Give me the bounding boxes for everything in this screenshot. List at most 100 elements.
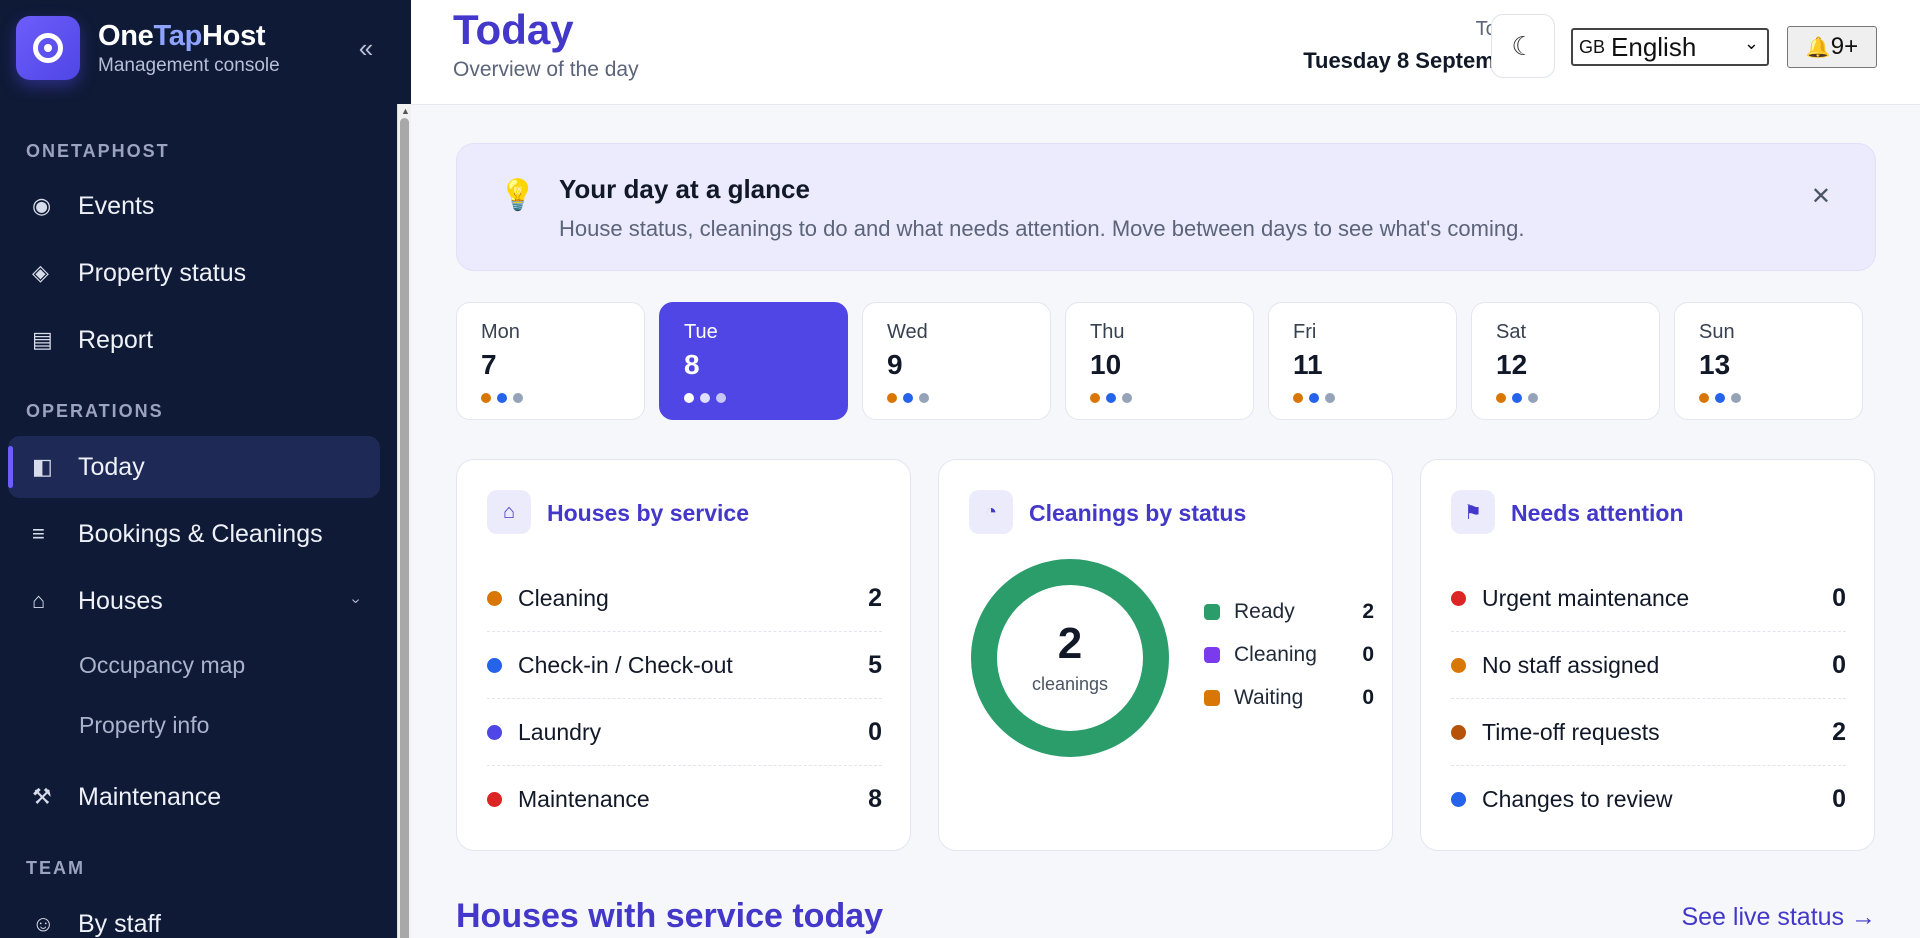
see-live-status-link[interactable]: See live status → — [1681, 903, 1876, 932]
pie-chart-icon: ◔ — [969, 490, 1013, 534]
indicator-dot — [513, 393, 523, 403]
sidebar-item-label: Maintenance — [78, 782, 222, 811]
banner-title: Your day at a glance — [559, 174, 810, 204]
day-indicators — [887, 393, 929, 403]
sidebar-item-label: By staff — [78, 909, 161, 938]
section-label-team: TEAM — [26, 858, 85, 878]
day-name: Sun — [1699, 321, 1735, 343]
brand-name: OneTapHost — [98, 19, 266, 52]
status-dot — [487, 590, 502, 606]
list-item[interactable]: Cleaning 2 — [487, 565, 882, 632]
banner-text: House status, cleanings to do and what n… — [559, 216, 1525, 241]
day-name: Wed — [887, 321, 928, 343]
day-indicators — [1293, 393, 1335, 403]
sidebar-scrollbar[interactable]: ▲ — [397, 104, 411, 938]
chevron-down-icon: ⌄ — [1743, 33, 1759, 53]
day-name: Tue — [684, 321, 718, 343]
indicator-dot — [684, 393, 694, 403]
collapse-sidebar-icon[interactable]: « — [350, 32, 382, 64]
notifications-button[interactable]: 🔔 9+ — [1787, 26, 1877, 68]
list-item[interactable]: Check-in / Check-out 5 — [487, 632, 882, 699]
brand[interactable]: OneTapHost Management console — [16, 16, 280, 80]
day-name: Fri — [1293, 321, 1317, 343]
list-item[interactable]: Laundry 0 — [487, 699, 882, 766]
sidebar-item-label: Houses — [78, 586, 163, 615]
day-thu[interactable]: Thu 10 — [1065, 302, 1254, 420]
day-date: 8 — [684, 349, 700, 380]
day-date: 9 — [887, 349, 903, 380]
theme-toggle-button[interactable]: ☾ — [1491, 14, 1555, 78]
sidebar-item-houses[interactable]: ⌂ Houses › — [8, 570, 380, 632]
day-mon[interactable]: Mon 7 — [456, 302, 645, 420]
today-icon: ◧ — [32, 454, 53, 479]
lightbulb-icon: 💡 — [499, 179, 537, 212]
sidebar: OneTapHost Management console « ONETAPHO… — [0, 0, 411, 938]
property-status-icon: ◈ — [32, 260, 49, 285]
indicator-dot — [481, 393, 491, 403]
day-wed[interactable]: Wed 9 — [862, 302, 1051, 420]
indicator-dot — [887, 393, 897, 403]
scrollbar-thumb[interactable] — [400, 118, 409, 938]
day-name: Thu — [1090, 321, 1125, 343]
main-content: 💡 Your day at a glance House status, cle… — [411, 105, 1920, 938]
list-icon: ≡ — [32, 521, 45, 546]
sidebar-item-today[interactable]: ◧ Today — [8, 436, 380, 498]
language-select[interactable]: GB English ⌄ — [1571, 28, 1769, 66]
chevron-down-icon[interactable]: › — [346, 598, 364, 603]
brand-subtitle: Management console — [98, 54, 280, 76]
indicator-dot — [1106, 393, 1116, 403]
status-dot — [487, 792, 502, 807]
indicator-dot — [700, 393, 710, 403]
sidebar-item-label: Report — [78, 325, 154, 354]
info-banner: 💡 Your day at a glance House status, cle… — [456, 143, 1876, 271]
section-label-onetaphost: ONETAPHOST — [26, 141, 170, 161]
notification-count: 9+ — [1830, 33, 1859, 60]
house-icon: ⌂ — [32, 588, 46, 613]
day-tue[interactable]: Tue 8 — [659, 302, 848, 420]
day-indicators — [684, 393, 726, 403]
indicator-dot — [497, 393, 507, 403]
sidebar-item-by-staff[interactable]: ☺ By staff — [8, 893, 380, 938]
status-dot — [1451, 792, 1466, 807]
list-item[interactable]: Changes to review 0 — [1451, 766, 1846, 833]
indicator-dot — [1325, 393, 1335, 403]
flag-icon: ⚑ — [1451, 490, 1495, 534]
list-item[interactable]: No staff assigned 0 — [1451, 632, 1846, 699]
sidebar-item-events[interactable]: ◉ Events — [8, 175, 380, 237]
day-fri[interactable]: Fri 11 — [1268, 302, 1457, 420]
indicator-dot — [1731, 393, 1741, 403]
day-indicators — [1090, 393, 1132, 403]
sidebar-subitem-occupancy-map[interactable]: Occupancy map — [79, 652, 245, 679]
status-dot — [487, 657, 502, 673]
list-item[interactable]: Time-off requests 2 — [1451, 699, 1846, 766]
sidebar-item-label: Today — [78, 452, 145, 481]
day-indicators — [1699, 393, 1741, 403]
sidebar-item-maintenance[interactable]: ⚒ Maintenance — [8, 766, 380, 828]
card-title: Houses by service — [547, 500, 750, 526]
day-sun[interactable]: Sun 13 — [1674, 302, 1863, 420]
sidebar-item-report[interactable]: ▤ Report — [8, 309, 380, 371]
moon-icon: ☾ — [1511, 30, 1535, 61]
status-dot — [1451, 724, 1466, 740]
list-item[interactable]: Urgent maintenance 0 — [1451, 565, 1846, 632]
close-icon[interactable]: ✕ — [1811, 182, 1831, 211]
sidebar-item-bookings-cleanings[interactable]: ≡ Bookings & Cleanings — [8, 503, 380, 565]
card-title: Needs attention — [1511, 500, 1684, 526]
day-date: 12 — [1496, 349, 1528, 380]
legend-item-ready: Ready 2 — [1204, 597, 1374, 627]
sidebar-item-label: Events — [78, 191, 155, 220]
list-item[interactable]: Maintenance 8 — [487, 766, 882, 833]
indicator-dot — [919, 393, 929, 403]
legend-item-cleaning: Cleaning 0 — [1204, 640, 1374, 670]
day-sat[interactable]: Sat 12 — [1471, 302, 1660, 420]
sidebar-item-property-status[interactable]: ◈ Property status — [8, 242, 380, 304]
indicator-dot — [716, 393, 726, 403]
section-title-houses-with-service: Houses with service today — [456, 897, 884, 935]
house-icon: ⌂ — [487, 490, 531, 534]
top-header: Today Overview of the day Today Tuesday … — [411, 0, 1920, 105]
indicator-dot — [1512, 393, 1522, 403]
scroll-up-arrow-icon[interactable]: ▲ — [401, 106, 410, 116]
sidebar-subitem-property-info[interactable]: Property info — [79, 712, 209, 739]
brand-logo-icon — [16, 16, 80, 80]
day-indicators — [1496, 393, 1538, 403]
